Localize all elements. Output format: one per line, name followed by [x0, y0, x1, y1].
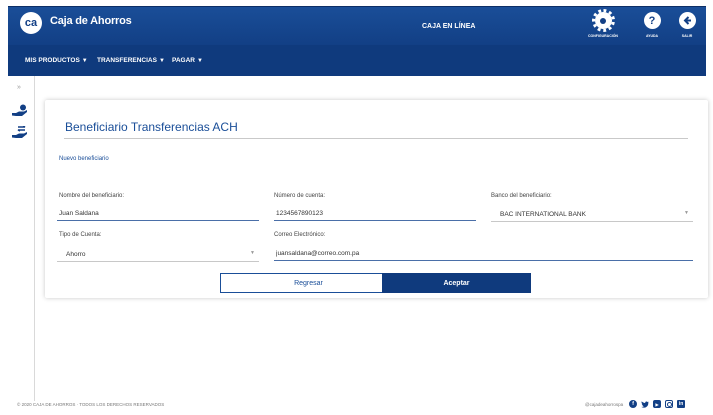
linkedin-icon[interactable]: in [677, 400, 686, 408]
help-button[interactable]: ? AYUDA [637, 12, 667, 44]
account-type-label: Tipo de Cuenta: [59, 232, 102, 238]
menu-pay[interactable]: PAGAR ▼ [172, 57, 203, 64]
settings-button[interactable]: CONFIGURACIÓN [588, 9, 618, 44]
settings-label: CONFIGURACIÓN [588, 34, 618, 38]
help-icon: ? [643, 12, 661, 29]
help-label: AYUDA [645, 34, 659, 38]
twitter-icon[interactable] [641, 400, 650, 408]
beneficiary-bank-value: BAC INTERNATIONAL BANK [500, 211, 586, 218]
main-menu-bar: MIS PRODUCTOS ▼ TRANSFERENCIAS ▼ PAGAR ▼ [8, 45, 706, 76]
beneficiary-name-input[interactable] [57, 206, 259, 221]
menu-my-products-label: MIS PRODUCTOS [25, 57, 80, 64]
gear-icon [591, 9, 615, 32]
top-header-bar: ca Caja de Ahorros CAJA EN LÍNEA CONFIGU… [8, 6, 706, 45]
email-input[interactable] [274, 246, 693, 261]
beneficiary-form-card: Beneficiario Transferencias ACH Nuevo be… [45, 100, 708, 298]
form-subtitle: Nuevo beneficiario [59, 156, 109, 162]
logout-label: SALIR [681, 34, 693, 38]
logout-button[interactable]: SALIR [672, 12, 702, 44]
youtube-icon[interactable]: ▶ [653, 400, 662, 408]
hand-transfer-icon[interactable] [11, 125, 29, 140]
menu-pay-label: PAGAR [172, 57, 195, 64]
menu-transfers-label: TRANSFERENCIAS [97, 57, 157, 64]
menu-my-products[interactable]: MIS PRODUCTOS ▼ [25, 57, 88, 64]
chevron-down-icon: ▼ [684, 210, 689, 216]
account-number-label: Número de cuenta: [274, 193, 326, 199]
online-banking-label: CAJA EN LÍNEA [422, 23, 476, 30]
hand-coin-icon[interactable] [11, 104, 29, 118]
account-number-input[interactable] [274, 206, 476, 221]
back-button[interactable]: Regresar [220, 273, 397, 293]
logout-icon [678, 12, 696, 29]
page-title: Beneficiario Transferencias ACH [65, 120, 238, 134]
left-sidebar: » [8, 76, 35, 401]
footer-social: @cajadeahorrospa f ▶ in [585, 400, 686, 408]
account-type-select[interactable]: Ahorro ▼ [57, 247, 259, 262]
social-handle[interactable]: @cajadeahorrospa [585, 402, 623, 407]
beneficiary-bank-label: Banco del beneficiario: [491, 193, 552, 199]
footer-copyright: © 2020 CAJA DE AHORROS · TODOS LOS DEREC… [17, 402, 165, 407]
chevron-down-icon: ▼ [81, 58, 88, 64]
facebook-icon[interactable]: f [629, 400, 638, 408]
brand-name: Caja de Ahorros [50, 15, 132, 27]
expand-sidebar-icon[interactable]: » [17, 84, 21, 91]
title-divider [64, 138, 688, 139]
accept-button[interactable]: Aceptar [382, 273, 531, 293]
menu-transfers[interactable]: TRANSFERENCIAS ▼ [97, 57, 165, 64]
account-type-value: Ahorro [66, 251, 86, 258]
brand-logo[interactable]: ca [20, 12, 42, 34]
beneficiary-bank-select[interactable]: BAC INTERNATIONAL BANK ▼ [491, 207, 693, 222]
email-label: Correo Electrónico: [274, 232, 326, 238]
chevron-down-icon: ▼ [197, 58, 203, 64]
instagram-icon[interactable] [665, 400, 674, 408]
chevron-down-icon: ▼ [158, 58, 165, 64]
beneficiary-name-label: Nombre del beneficiario: [59, 193, 125, 199]
chevron-down-icon: ▼ [250, 250, 255, 256]
